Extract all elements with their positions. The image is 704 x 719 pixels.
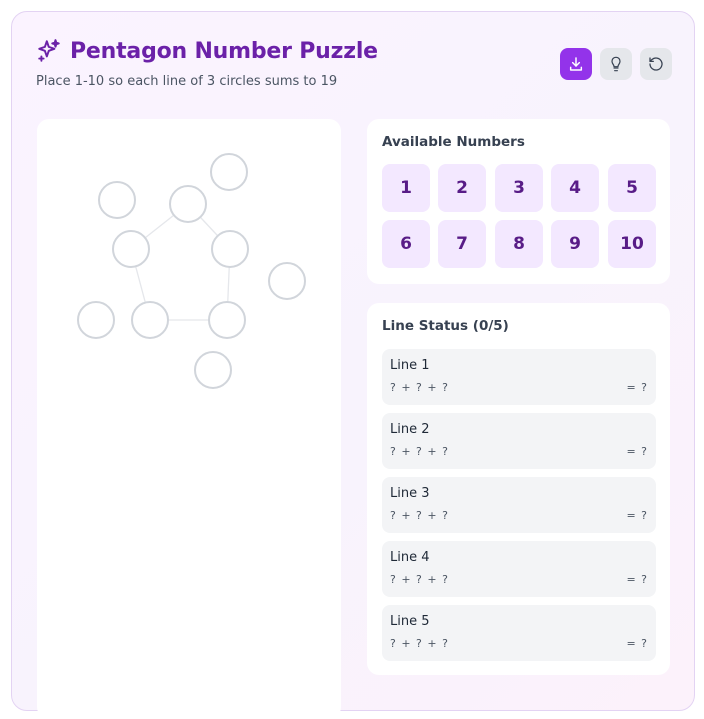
number-tile-2[interactable]: 2: [438, 164, 486, 212]
number-tile-3[interactable]: 3: [495, 164, 543, 212]
hint-button[interactable]: [600, 48, 632, 80]
inner-circle-1[interactable]: [169, 185, 207, 223]
reset-icon: [649, 57, 663, 71]
page-title: Pentagon Number Puzzle: [70, 38, 378, 64]
line-expression: ? + ? + ?: [390, 637, 449, 650]
download-button[interactable]: [560, 48, 592, 80]
line-status-item: Line 5 ? + ? + ? = ?: [382, 605, 656, 661]
available-numbers-title: Available Numbers: [382, 134, 525, 150]
inner-circle-5[interactable]: [112, 230, 150, 268]
line-name: Line 1: [390, 358, 430, 373]
number-tile-9[interactable]: 9: [551, 220, 599, 268]
line-status-title: Line Status (0/5): [382, 318, 509, 334]
line-status-panel: Line Status (0/5) Line 1 ? + ? + ? = ? L…: [367, 303, 670, 675]
line-sum: = ?: [626, 381, 648, 394]
line-name: Line 4: [390, 550, 430, 565]
inner-circle-4[interactable]: [131, 301, 169, 339]
header: Pentagon Number Puzzle: [36, 38, 378, 64]
puzzle-card: Pentagon Number Puzzle Place 1-10 so eac…: [11, 11, 695, 719]
number-tile-10[interactable]: 10: [608, 220, 656, 268]
number-tile-5[interactable]: 5: [608, 164, 656, 212]
line-expression: ? + ? + ?: [390, 381, 449, 394]
line-expression: ? + ? + ?: [390, 573, 449, 586]
line-sum: = ?: [626, 445, 648, 458]
line-name: Line 3: [390, 486, 430, 501]
puzzle-board: [37, 119, 341, 719]
reset-button[interactable]: [640, 48, 672, 80]
line-sum: = ?: [626, 573, 648, 586]
inner-circle-3[interactable]: [208, 301, 246, 339]
page-subtitle: Place 1-10 so each line of 3 circles sum…: [36, 74, 338, 89]
inner-circle-2[interactable]: [211, 230, 249, 268]
line-name: Line 5: [390, 614, 430, 629]
outer-circle-2[interactable]: [268, 262, 306, 300]
number-tile-6[interactable]: 6: [382, 220, 430, 268]
number-tile-1[interactable]: 1: [382, 164, 430, 212]
line-status-item: Line 3 ? + ? + ? = ?: [382, 477, 656, 533]
line-expression: ? + ? + ?: [390, 445, 449, 458]
line-status-item: Line 4 ? + ? + ? = ?: [382, 541, 656, 597]
number-tile-7[interactable]: 7: [438, 220, 486, 268]
line-status-item: Line 1 ? + ? + ? = ?: [382, 349, 656, 405]
number-tile-8[interactable]: 8: [495, 220, 543, 268]
line-sum: = ?: [626, 509, 648, 522]
outer-circle-4[interactable]: [77, 301, 115, 339]
line-name: Line 2: [390, 422, 430, 437]
sparkles-icon: [38, 39, 60, 62]
line-sum: = ?: [626, 637, 648, 650]
number-tile-4[interactable]: 4: [551, 164, 599, 212]
outer-circle-5[interactable]: [98, 181, 136, 219]
outer-circle-3[interactable]: [194, 351, 232, 389]
line-expression: ? + ? + ?: [390, 509, 449, 522]
lightbulb-icon: [611, 56, 621, 72]
line-status-item: Line 2 ? + ? + ? = ?: [382, 413, 656, 469]
outer-circle-1[interactable]: [210, 153, 248, 191]
available-numbers-panel: Available Numbers 1 2 3 4 5 6 7 8 9 10: [367, 119, 670, 284]
download-icon: [569, 57, 583, 71]
